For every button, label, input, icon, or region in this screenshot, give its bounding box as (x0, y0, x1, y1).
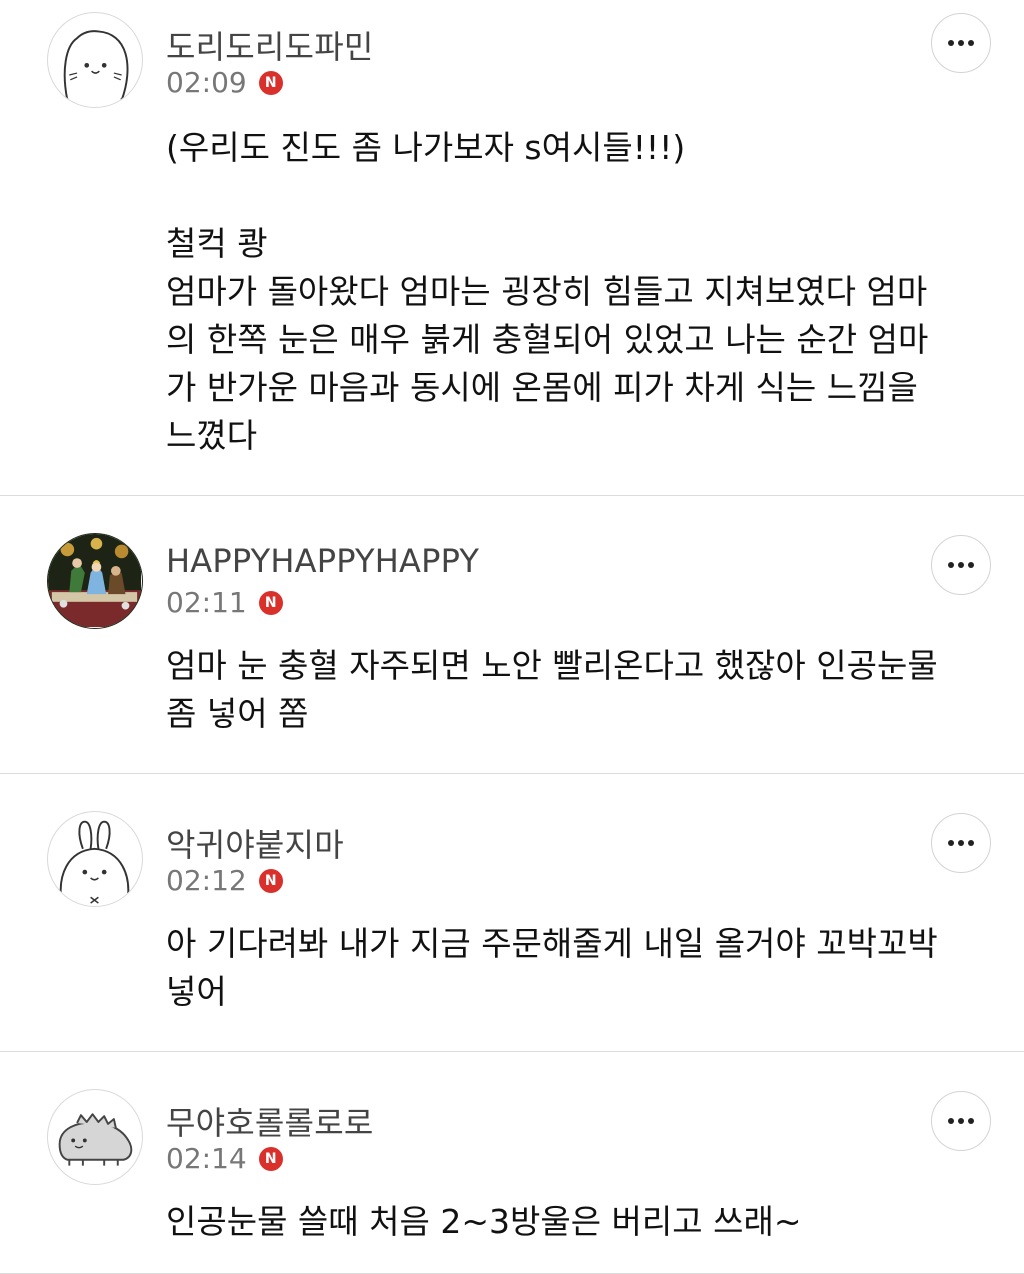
more-dot (958, 1118, 964, 1124)
new-badge-icon: N (258, 1146, 283, 1171)
more-options-button[interactable] (931, 535, 991, 595)
comment-body: 인공눈물 쓸때 처음 2~3방울은 버리고 쓰래~ (166, 1198, 966, 1246)
comment-username[interactable]: HAPPYHAPPYHAPPY (166, 542, 479, 580)
bunny-face-icon (59, 820, 130, 904)
comment-meta: 02:14 N (166, 1142, 283, 1175)
tea-party-illustration-avatar[interactable] (47, 533, 143, 629)
comment-line: 의 한쪽 눈은 매우 붉게 충혈되어 있었고 나는 순간 엄마 (166, 320, 929, 359)
comment-body: (우리도 진도 좀 나가보자 s여시들!!!) 철컥 쾅 엄마가 돌아왔다 엄마… (166, 124, 966, 460)
bunny-face-avatar[interactable] (47, 811, 143, 907)
comment-line: 인공눈물 쓸때 처음 2~3방울은 버리고 쓰래~ (166, 1202, 802, 1241)
comment-item: 무야호롤롤로로 02:14 N 인공눈물 쓸때 처음 2~3방울은 버리고 쓰래… (0, 1052, 1024, 1274)
comment-body: 아 기다려봐 내가 지금 주문해줄게 내일 올거야 꼬박꼬박 넣어 (166, 920, 966, 1016)
more-dot (958, 562, 964, 568)
more-dots-icon (948, 1118, 954, 1124)
new-badge-icon: N (258, 70, 283, 95)
comment-meta: 02:11 N (166, 586, 283, 619)
more-dot (958, 840, 964, 846)
tea-party-illustration-icon (48, 534, 141, 627)
comment-line: 철컥 쾅 (166, 224, 268, 263)
comment-item: HAPPYHAPPYHAPPY 02:11 N 엄마 눈 충혈 자주되면 노안 … (0, 496, 1024, 774)
more-dot (968, 562, 974, 568)
comment-line: 좀 넣어 쫌 (166, 694, 309, 733)
comment-username[interactable]: 무야호롤롤로로 (166, 1098, 373, 1144)
new-badge-icon: N (258, 590, 283, 615)
comment-timestamp: 02:12 (166, 864, 247, 897)
comment-line: 넣어 (166, 972, 227, 1011)
comment-item: 도리도리도파민 02:09 N (우리도 진도 좀 나가보자 s여시들!!!) … (0, 0, 1024, 496)
more-dot (968, 1118, 974, 1124)
more-dot (968, 40, 974, 46)
comment-body: 엄마 눈 충혈 자주되면 노안 빨리온다고 했잖아 인공눈물 좀 넣어 쫌 (166, 642, 966, 738)
comment-meta: 02:09 N (166, 66, 283, 99)
comment-line: 느꼈다 (166, 416, 258, 455)
more-dot (968, 840, 974, 846)
comment-meta: 02:12 N (166, 864, 283, 897)
comment-line: 아 기다려봐 내가 지금 주문해줄게 내일 올거야 꼬박꼬박 (166, 924, 938, 963)
new-badge-icon: N (258, 868, 283, 893)
comment-line: 엄마가 돌아왔다 엄마는 굉장히 힘들고 지쳐보였다 엄마 (166, 272, 928, 311)
dinosaur-icon (58, 1113, 133, 1166)
more-dots-icon (948, 562, 954, 568)
comment-timestamp: 02:11 (166, 586, 247, 619)
cat-face-avatar[interactable] (47, 12, 143, 108)
comment-line: 가 반가운 마음과 동시에 온몸에 피가 차게 식는 느낌을 (166, 368, 918, 407)
comment-timestamp: 02:09 (166, 66, 247, 99)
more-dots-icon (948, 840, 954, 846)
more-options-button[interactable] (931, 1091, 991, 1151)
comment-timestamp: 02:14 (166, 1142, 247, 1175)
more-dots-icon (948, 40, 954, 46)
comment-line: (우리도 진도 좀 나가보자 s여시들!!!) (166, 128, 686, 167)
cat-face-icon (63, 30, 129, 106)
comment-item: 악귀야붙지마 02:12 N 아 기다려봐 내가 지금 주문해줄게 내일 올거야… (0, 774, 1024, 1052)
dinosaur-avatar[interactable] (47, 1089, 143, 1185)
more-options-button[interactable] (931, 13, 991, 73)
comment-line: 엄마 눈 충혈 자주되면 노안 빨리온다고 했잖아 인공눈물 (166, 646, 938, 685)
more-options-button[interactable] (931, 813, 991, 873)
comment-username[interactable]: 도리도리도파민 (166, 22, 373, 68)
more-dot (958, 40, 964, 46)
comment-username[interactable]: 악귀야붙지마 (166, 820, 344, 866)
